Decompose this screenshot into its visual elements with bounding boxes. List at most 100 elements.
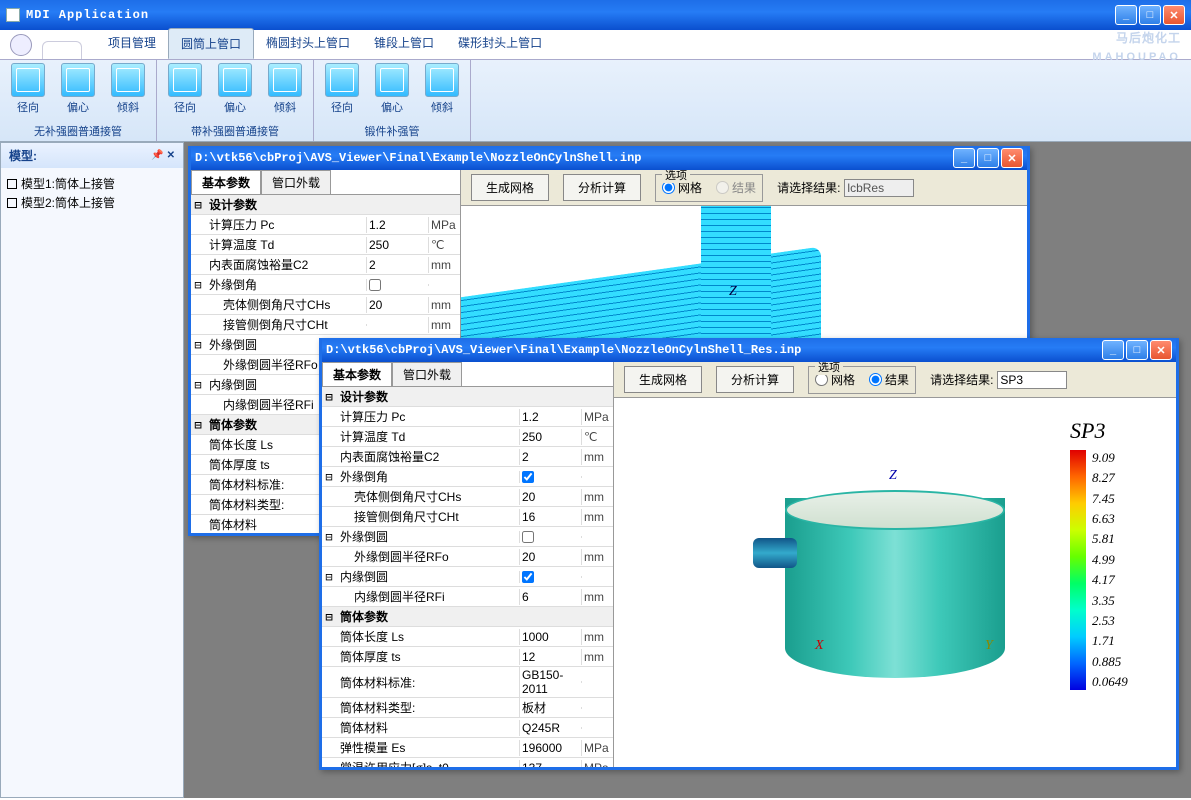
param-value[interactable]: 板材 bbox=[519, 698, 581, 717]
gen-mesh-button[interactable]: 生成网格 bbox=[624, 366, 702, 393]
param-row[interactable]: 内表面腐蚀裕量C22mm bbox=[191, 255, 460, 275]
param-value[interactable]: 2 bbox=[519, 449, 581, 465]
expand-icon[interactable]: ⊟ bbox=[191, 378, 205, 392]
quick-access[interactable] bbox=[42, 41, 82, 59]
param-value[interactable]: 20 bbox=[519, 549, 581, 565]
param-value[interactable]: 1.2 bbox=[366, 217, 428, 233]
minimize-button[interactable]: _ bbox=[1115, 5, 1137, 25]
radio-result[interactable]: 结果 bbox=[716, 179, 756, 196]
param-row[interactable]: 计算温度 Td250℃ bbox=[191, 235, 460, 255]
param-row[interactable]: 弹性模量 Es196000MPa bbox=[322, 738, 613, 758]
radio-result[interactable]: 结果 bbox=[869, 371, 909, 388]
expand-icon[interactable]: ⊟ bbox=[322, 570, 336, 584]
ribbon-button[interactable]: 倾斜 bbox=[422, 63, 462, 121]
tree-item[interactable]: 模型2:筒体上接管 bbox=[7, 193, 177, 212]
ribbon-button[interactable]: 倾斜 bbox=[108, 63, 148, 121]
param-value[interactable]: 137 bbox=[519, 760, 581, 768]
param-row[interactable]: 筒体材料类型:板材 bbox=[322, 698, 613, 718]
child-minimize[interactable]: _ bbox=[953, 148, 975, 168]
calc-button[interactable]: 分析计算 bbox=[563, 174, 641, 201]
maximize-button[interactable]: □ bbox=[1139, 5, 1161, 25]
menu-item[interactable]: 锥段上管口 bbox=[362, 28, 446, 59]
expand-icon[interactable]: ⊟ bbox=[191, 198, 205, 212]
param-value[interactable]: 6 bbox=[519, 589, 581, 605]
child-titlebar[interactable]: D:\vtk56\cbProj\AVS_Viewer\Final\Example… bbox=[191, 146, 1027, 170]
child-close[interactable]: ✕ bbox=[1150, 340, 1172, 360]
expand-icon[interactable]: ⊟ bbox=[191, 278, 205, 292]
param-row[interactable]: ⊟外缘倒角 bbox=[322, 467, 613, 487]
checkbox-icon[interactable] bbox=[7, 179, 17, 189]
calc-button[interactable]: 分析计算 bbox=[716, 366, 794, 393]
close-button[interactable]: ✕ bbox=[1163, 5, 1185, 25]
expand-icon[interactable]: ⊟ bbox=[322, 610, 336, 624]
tab-ext[interactable]: 管口外载 bbox=[392, 362, 462, 386]
app-orb[interactable] bbox=[10, 34, 32, 56]
param-grid[interactable]: ⊟设计参数计算压力 Pc1.2MPa计算温度 Td250℃内表面腐蚀裕量C22m… bbox=[322, 386, 613, 767]
param-row[interactable]: 计算压力 Pc1.2MPa bbox=[191, 215, 460, 235]
param-row[interactable]: ⊟设计参数 bbox=[191, 195, 460, 215]
param-value[interactable]: 2 bbox=[366, 257, 428, 273]
param-value[interactable]: 196000 bbox=[519, 740, 581, 756]
param-row[interactable]: 接管侧倒角尺寸CHtmm bbox=[191, 315, 460, 335]
child-minimize[interactable]: _ bbox=[1102, 340, 1124, 360]
param-row[interactable]: ⊟外缘倒角 bbox=[191, 275, 460, 295]
ribbon-button[interactable]: 径向 bbox=[8, 63, 48, 121]
ribbon-button[interactable]: 倾斜 bbox=[265, 63, 305, 121]
param-row[interactable]: ⊟筒体参数 bbox=[322, 607, 613, 627]
param-row[interactable]: 筒体材料Q245R bbox=[322, 718, 613, 738]
expand-icon[interactable]: ⊟ bbox=[191, 338, 205, 352]
ribbon-button[interactable]: 径向 bbox=[165, 63, 205, 121]
menu-item[interactable]: 碟形封头上管口 bbox=[446, 28, 554, 59]
param-row[interactable]: 筒体长度 Ls1000mm bbox=[322, 627, 613, 647]
param-value[interactable]: 1000 bbox=[519, 629, 581, 645]
param-row[interactable]: ⊟内缘倒圆 bbox=[322, 567, 613, 587]
param-checkbox[interactable] bbox=[522, 531, 534, 543]
expand-icon[interactable]: ⊟ bbox=[191, 418, 205, 432]
menu-item[interactable]: 项目管理 bbox=[96, 28, 168, 59]
param-row[interactable]: 计算温度 Td250℃ bbox=[322, 427, 613, 447]
param-value[interactable]: 250 bbox=[519, 429, 581, 445]
param-value[interactable]: Q245R bbox=[519, 720, 581, 736]
checkbox-icon[interactable] bbox=[7, 198, 17, 208]
expand-icon[interactable]: ⊟ bbox=[322, 390, 336, 404]
tab-basic[interactable]: 基本参数 bbox=[322, 362, 392, 386]
ribbon-button[interactable]: 径向 bbox=[322, 63, 362, 121]
param-row[interactable]: 内表面腐蚀裕量C22mm bbox=[322, 447, 613, 467]
param-value[interactable]: 1.2 bbox=[519, 409, 581, 425]
tree-item[interactable]: 模型1:筒体上接管 bbox=[7, 174, 177, 193]
param-row[interactable]: ⊟外缘倒圆 bbox=[322, 527, 613, 547]
param-row[interactable]: 筒体材料标准:GB150-2011 bbox=[322, 667, 613, 698]
param-value[interactable]: 16 bbox=[519, 509, 581, 525]
expand-icon[interactable]: ⊟ bbox=[322, 470, 336, 484]
param-row[interactable]: 外缘倒圆半径RFo20mm bbox=[322, 547, 613, 567]
pin-icon[interactable]: 📌 ✕ bbox=[151, 150, 175, 161]
param-row[interactable]: 筒体厚度 ts12mm bbox=[322, 647, 613, 667]
tab-ext[interactable]: 管口外载 bbox=[261, 170, 331, 194]
tab-basic[interactable]: 基本参数 bbox=[191, 170, 261, 194]
child-titlebar[interactable]: D:\vtk56\cbProj\AVS_Viewer\Final\Example… bbox=[322, 338, 1176, 362]
param-checkbox[interactable] bbox=[522, 471, 534, 483]
param-checkbox[interactable] bbox=[522, 571, 534, 583]
param-checkbox[interactable] bbox=[369, 279, 381, 291]
expand-icon[interactable]: ⊟ bbox=[322, 530, 336, 544]
param-value[interactable]: 20 bbox=[519, 489, 581, 505]
result-canvas[interactable]: Z X Y SP3 9.098.277.456.635.814.994.173.… bbox=[614, 398, 1176, 767]
child-maximize[interactable]: □ bbox=[977, 148, 999, 168]
child-maximize[interactable]: □ bbox=[1126, 340, 1148, 360]
param-value[interactable]: 20 bbox=[366, 297, 428, 313]
param-row[interactable]: 接管侧倒角尺寸CHt16mm bbox=[322, 507, 613, 527]
child-close[interactable]: ✕ bbox=[1001, 148, 1023, 168]
param-value[interactable] bbox=[366, 324, 428, 326]
param-value[interactable]: 12 bbox=[519, 649, 581, 665]
param-row[interactable]: 壳体侧倒角尺寸CHs20mm bbox=[322, 487, 613, 507]
gen-mesh-button[interactable]: 生成网格 bbox=[471, 174, 549, 201]
param-row[interactable]: 内缘倒圆半径RFi6mm bbox=[322, 587, 613, 607]
ribbon-button[interactable]: 偏心 bbox=[372, 63, 412, 121]
param-row[interactable]: 计算压力 Pc1.2MPa bbox=[322, 407, 613, 427]
param-row[interactable]: 壳体侧倒角尺寸CHs20mm bbox=[191, 295, 460, 315]
ribbon-button[interactable]: 偏心 bbox=[215, 63, 255, 121]
result-select[interactable] bbox=[997, 371, 1067, 389]
param-value[interactable]: GB150-2011 bbox=[519, 667, 581, 697]
menu-item[interactable]: 椭圆封头上管口 bbox=[254, 28, 362, 59]
param-value[interactable]: 250 bbox=[366, 237, 428, 253]
